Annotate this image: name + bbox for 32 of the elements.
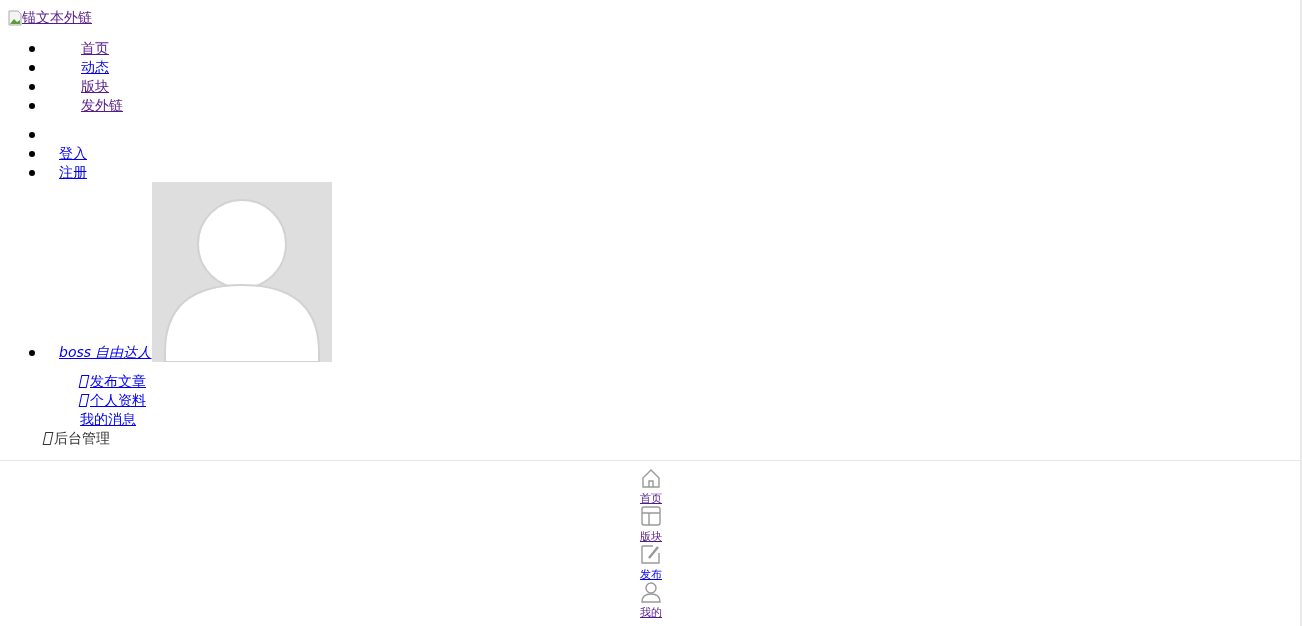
menu-link[interactable]: 我的消息: [80, 410, 136, 429]
admin-label: 后台管理: [54, 429, 110, 448]
user-icon: [640, 581, 662, 603]
bullet-icon: [29, 131, 35, 138]
avatar-icon: [151, 182, 332, 362]
home-icon: [640, 467, 662, 489]
bullet-icon: [29, 350, 35, 356]
tab-link[interactable]: 我的: [640, 581, 662, 619]
edit-icon: [640, 543, 662, 565]
bullet-icon: [29, 102, 35, 109]
logo-link[interactable]: 锚文本外链: [8, 8, 92, 27]
menu-link[interactable]: 发布文章: [80, 372, 146, 391]
nav-link[interactable]: 发外链: [81, 96, 123, 115]
menu-link[interactable]: 个人资料: [80, 391, 146, 410]
bullet-icon: [29, 45, 35, 52]
layout-icon: [640, 505, 662, 527]
bullet-icon: [29, 169, 35, 176]
nav-link[interactable]: 首页: [81, 39, 109, 58]
auth-link[interactable]: 登入: [59, 144, 87, 163]
auth-link[interactable]: 注册: [59, 163, 87, 182]
nav-link[interactable]: 版块: [81, 77, 109, 96]
bullet-icon: [29, 150, 35, 157]
broken-image-icon: [8, 9, 22, 26]
missing-glyph-icon: [78, 394, 90, 407]
missing-glyph-icon: [78, 375, 90, 388]
tab-link[interactable]: 发布: [640, 543, 662, 581]
bullet-icon: [29, 83, 35, 90]
account-link[interactable]: boss 自由达人: [59, 343, 152, 362]
nav-link[interactable]: 动态: [81, 58, 109, 77]
bullet-icon: [29, 64, 35, 71]
tab-link[interactable]: 版块: [640, 505, 662, 543]
tab-link[interactable]: 首页: [640, 467, 662, 505]
